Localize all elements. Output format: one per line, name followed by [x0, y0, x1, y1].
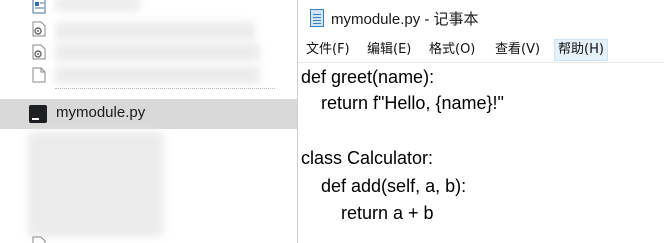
- divider: [55, 88, 275, 92]
- code-line: def greet(name):: [301, 67, 435, 87]
- menu-edit[interactable]: 编辑(E): [364, 40, 414, 60]
- file-row-blurred[interactable]: [0, 41, 297, 63]
- notepad-window: mymodule.py - 记事本 文件(F) 编辑(E) 格式(O) 查看(V…: [297, 0, 664, 243]
- file-row-blurred[interactable]: [0, 0, 297, 17]
- pycharm-icon: [29, 105, 47, 123]
- settings-file-icon: [32, 21, 46, 37]
- notepad-icon: [310, 9, 324, 27]
- menu-bar: 文件(F) 编辑(E) 格式(O) 查看(V) 帮助(H): [298, 37, 664, 63]
- file-row-mymodule[interactable]: mymodule.py: [0, 99, 297, 129]
- code-line: class Calculator:: [301, 148, 434, 168]
- file-name-label: mymodule.py: [56, 104, 146, 121]
- file-row-blurred[interactable]: [0, 64, 297, 86]
- blank-file-icon: [32, 67, 46, 83]
- menu-view[interactable]: 查看(V): [492, 40, 543, 60]
- code-line: return f"Hello, {name}!": [301, 93, 504, 113]
- code-line: def add(self, a, b):: [301, 176, 467, 196]
- menu-help[interactable]: 帮助(H): [554, 39, 608, 61]
- menu-file[interactable]: 文件(F): [303, 40, 353, 60]
- menu-format[interactable]: 格式(O): [426, 40, 478, 60]
- blurred-file-list: [28, 132, 163, 237]
- blank-file-icon: [32, 236, 46, 243]
- file-row-blurred[interactable]: [0, 18, 297, 40]
- settings-file-icon: [32, 44, 46, 60]
- file-explorer-pane: mymodule.py: [0, 0, 297, 243]
- window-title: mymodule.py - 记事本: [331, 11, 479, 28]
- file-icon: [32, 0, 46, 14]
- title-bar[interactable]: mymodule.py - 记事本: [298, 0, 664, 36]
- text-editor[interactable]: def greet(name): return f"Hello, {name}!…: [298, 63, 664, 243]
- code-line: return a + b: [301, 203, 434, 223]
